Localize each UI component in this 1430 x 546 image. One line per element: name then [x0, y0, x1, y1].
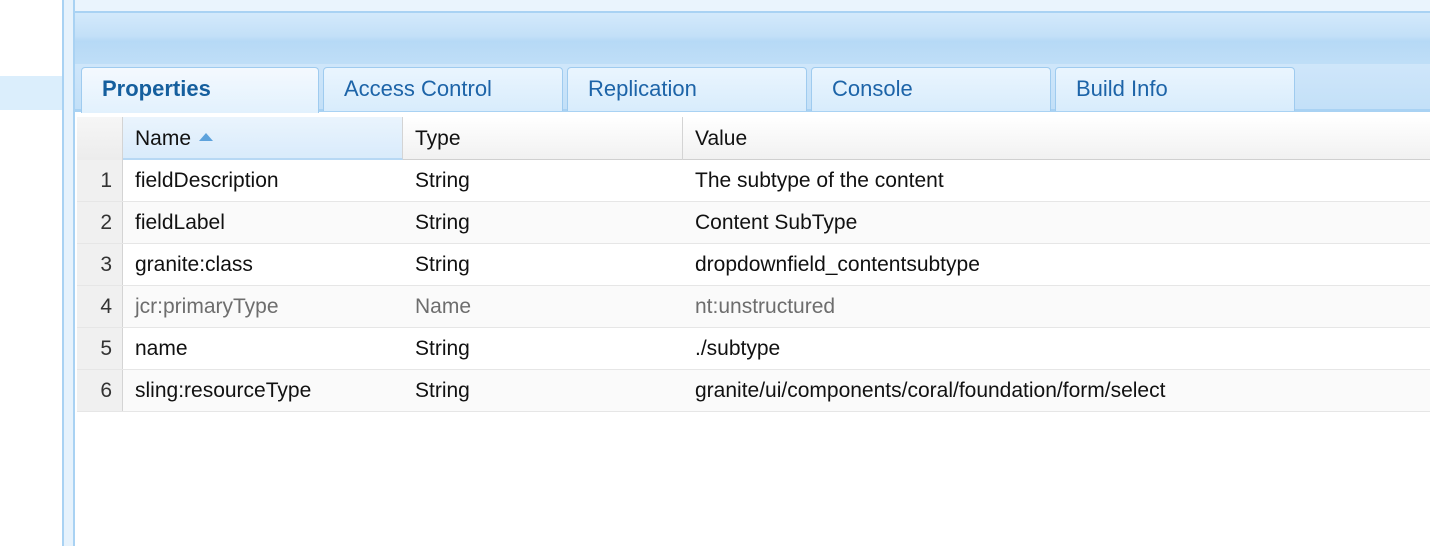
column-header-value[interactable]: Value [683, 117, 1430, 160]
row-number: 5 [77, 328, 123, 369]
content-tree-pane [0, 0, 62, 546]
property-type[interactable]: Name [403, 286, 683, 327]
tab-build-info[interactable]: Build Info [1055, 67, 1295, 111]
property-value[interactable]: granite/ui/components/coral/foundation/f… [683, 370, 1430, 411]
property-name[interactable]: fieldLabel [123, 202, 403, 243]
column-header-type[interactable]: Type [403, 117, 683, 160]
row-number: 2 [77, 202, 123, 243]
property-name[interactable]: sling:resourceType [123, 370, 403, 411]
row-number: 6 [77, 370, 123, 411]
tab-strip: Properties Access Control Replication Co… [75, 64, 1430, 113]
table-row[interactable]: 5 name String ./subtype [77, 328, 1430, 370]
grid-body: 1 fieldDescription String The subtype of… [77, 160, 1430, 412]
tab-properties[interactable]: Properties [81, 67, 319, 113]
row-number: 3 [77, 244, 123, 285]
property-name[interactable]: granite:class [123, 244, 403, 285]
table-row[interactable]: 1 fieldDescription String The subtype of… [77, 160, 1430, 202]
property-value[interactable]: Content SubType [683, 202, 1430, 243]
panel-top-strip [75, 0, 1430, 12]
sort-ascending-icon [199, 133, 214, 142]
pane-splitter[interactable] [62, 0, 75, 546]
row-number: 1 [77, 160, 123, 201]
property-type[interactable]: String [403, 244, 683, 285]
panel-header [75, 12, 1430, 64]
table-row-protected[interactable]: 4 jcr:primaryType Name nt:unstructured [77, 286, 1430, 328]
property-type[interactable]: String [403, 370, 683, 411]
property-value[interactable]: ./subtype [683, 328, 1430, 369]
property-type[interactable]: String [403, 328, 683, 369]
tree-selected-node[interactable] [0, 76, 62, 110]
table-row[interactable]: 3 granite:class String dropdownfield_con… [77, 244, 1430, 286]
tab-console[interactable]: Console [811, 67, 1051, 111]
table-row[interactable]: 2 fieldLabel String Content SubType [77, 202, 1430, 244]
property-name[interactable]: name [123, 328, 403, 369]
table-row[interactable]: 6 sling:resourceType String granite/ui/c… [77, 370, 1430, 412]
tab-access-control[interactable]: Access Control [323, 67, 563, 111]
property-type[interactable]: String [403, 160, 683, 201]
property-value[interactable]: nt:unstructured [683, 286, 1430, 327]
property-type[interactable]: String [403, 202, 683, 243]
column-header-name[interactable]: Name [123, 117, 403, 160]
grid-header: Name Type Value [77, 117, 1430, 160]
properties-grid: Name Type Value 1 fieldDescription Strin… [77, 117, 1430, 412]
column-header-name-label: Name [135, 127, 192, 150]
row-number-header [77, 117, 123, 160]
property-name[interactable]: jcr:primaryType [123, 286, 403, 327]
property-value[interactable]: The subtype of the content [683, 160, 1430, 201]
row-number: 4 [77, 286, 123, 327]
properties-panel: Properties Access Control Replication Co… [75, 0, 1430, 546]
property-name[interactable]: fieldDescription [123, 160, 403, 201]
property-value[interactable]: dropdownfield_contentsubtype [683, 244, 1430, 285]
tab-replication[interactable]: Replication [567, 67, 807, 111]
